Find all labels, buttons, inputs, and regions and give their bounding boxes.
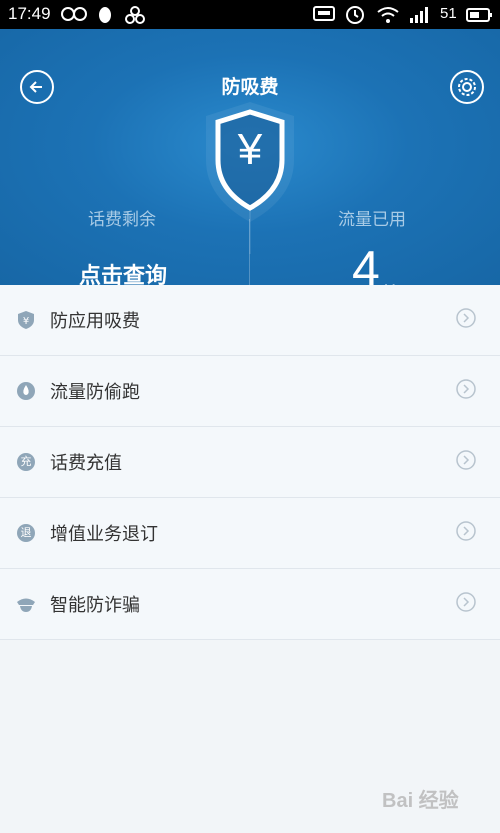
menu-item-app-fee-protection[interactable]: ¥ 防应用吸费 — [0, 285, 500, 356]
gear-icon — [458, 78, 476, 96]
menu-item-data-protection[interactable]: 流量防偷跑 — [0, 356, 500, 427]
settings-button[interactable] — [450, 70, 484, 104]
battery-icon — [466, 8, 492, 22]
chevron-right-icon — [456, 592, 476, 612]
menu-item-fraud-protection[interactable]: 智能防诈骗 — [0, 569, 500, 640]
svg-text:¥: ¥ — [23, 316, 29, 327]
alarm-icon — [346, 6, 364, 24]
data-usage-label: 流量已用 — [338, 210, 406, 230]
menu-item-label: 增值业务退订 — [50, 524, 158, 545]
menu-item-label: 防应用吸费 — [50, 311, 140, 332]
battery-level: 51 — [440, 5, 457, 22]
status-time: 17:49 — [8, 4, 51, 23]
wifi-icon — [377, 7, 399, 23]
water-drop-icon — [17, 382, 35, 400]
yuan-shield-icon: ¥ — [18, 311, 34, 329]
stats-divider — [249, 219, 250, 289]
chevron-right-icon — [456, 521, 476, 541]
menu-item-label: 流量防偷跑 — [50, 382, 140, 403]
recharge-icon-text: 充 — [20, 455, 32, 468]
chevron-right-icon — [456, 308, 476, 328]
menu-item-label: 话费充值 — [50, 453, 122, 474]
menu-list: ¥ 防应用吸费 流量防偷跑 充 话费充值 退 增值业务退订 智能防诈骗 — [0, 285, 500, 640]
header: 防吸费 ¥ 话费剩余 流量已用 点击查询 4 M — [0, 29, 500, 297]
menu-item-unsubscribe[interactable]: 退 增值业务退订 — [0, 498, 500, 569]
balance-label: 话费剩余 — [88, 210, 156, 230]
message-icon — [313, 6, 335, 21]
signal-icon — [410, 7, 428, 23]
chevron-right-icon — [456, 450, 476, 470]
chevron-right-icon — [456, 379, 476, 399]
unsubscribe-icon-text: 退 — [20, 526, 32, 539]
status-bar: 17:49 51 — [0, 0, 500, 29]
qq-penguin-icon — [99, 7, 111, 23]
menu-item-label: 智能防诈骗 — [50, 595, 140, 616]
police-cap-icon — [17, 598, 35, 612]
link-icon — [125, 6, 145, 24]
baidu-watermark: Bai 经验 — [382, 790, 459, 812]
shield-yuan-symbol: ¥ — [237, 125, 263, 174]
menu-item-recharge[interactable]: 充 话费充值 — [0, 427, 500, 498]
infinity-icon — [61, 7, 87, 21]
